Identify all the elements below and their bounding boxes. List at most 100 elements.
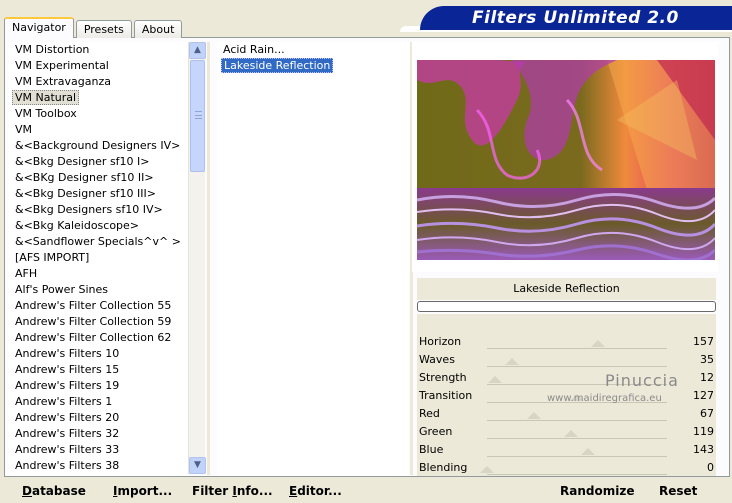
category-item[interactable]: Andrew's Filters 32 [9,426,189,442]
filter-item[interactable]: Acid Rain... [219,42,409,58]
category-item[interactable]: Andrew's Filter Collection 62 [9,330,189,346]
category-item[interactable]: VM Toolbox [9,106,189,122]
category-label: Andrew's Filters 15 [15,363,120,376]
scroll-down-icon[interactable]: ▼ [189,457,206,474]
category-label: Alf's Power Sines [15,283,108,296]
param-row-horizon[interactable]: Horizon 157 [417,333,716,351]
category-label: Andrew's Filters 20 [15,411,120,424]
scroll-thumb[interactable] [190,60,205,172]
reset-button[interactable]: Reset [659,484,697,498]
param-slider-knob[interactable] [504,358,519,365]
category-label: &<Sandflower Specials^v^ > [15,235,181,248]
tab-about[interactable]: About [133,20,183,38]
param-value: 157 [693,335,714,348]
category-label: &<Bkg Designers sf10 IV> [15,203,163,216]
category-item[interactable]: Andrew's Filters 38 [9,458,189,474]
category-item[interactable]: Andrew's Filter Collection 59 [9,314,189,330]
param-value: 143 [693,443,714,456]
param-slider-track[interactable] [487,348,667,349]
category-item[interactable]: &<Bkg Kaleidoscope> [9,218,189,234]
param-slider-track[interactable] [487,420,667,421]
filter-list[interactable]: Acid Rain... Lakeside Reflection [217,42,409,476]
preview-filter-name: Lakeside Reflection [417,278,716,300]
category-item[interactable]: &<Bkg Designer sf10 III> [9,186,189,202]
param-slider-knob[interactable] [480,466,494,473]
category-item[interactable]: VM Experimental [9,58,189,74]
param-slider-knob[interactable] [488,376,503,383]
category-item[interactable]: Andrew's Filters 10 [9,346,189,362]
scroll-up-icon[interactable]: ▲ [189,42,206,59]
category-label: Andrew's Filters 32 [15,427,120,440]
category-item[interactable]: &<Background Designers IV> [9,138,189,154]
category-label: Andrew's Filter Collection 59 [15,315,172,328]
category-item[interactable]: Andrew's Filters 1 [9,394,189,410]
param-row-red[interactable]: Red 67 [417,405,716,423]
param-slider-knob[interactable] [590,340,605,347]
category-label: Andrew's Filters 19 [15,379,120,392]
param-label: Waves [419,353,455,366]
category-item[interactable]: [AFS IMPORT] [9,250,189,266]
category-item[interactable]: VM Extravaganza [9,74,189,90]
category-item[interactable]: Andrew's Filters 15 [9,362,189,378]
param-row-waves[interactable]: Waves 35 [417,351,716,369]
tab-navigator[interactable]: Navigator [4,17,74,38]
category-item[interactable]: &<Bkg Designers sf10 IV> [9,202,189,218]
param-row-green[interactable]: Green 119 [417,423,716,441]
param-label: Horizon [419,335,462,348]
param-label: Transition [419,389,473,402]
param-label: Green [419,425,453,438]
category-label: VM Toolbox [15,107,77,120]
category-label: VM [15,123,33,136]
category-item[interactable]: &<Bkg Designer sf10 I> [9,154,189,170]
watermark-site: www.maidiregrafica.eu [547,393,662,404]
category-item[interactable]: &<BKg Designer sf10 II> [9,170,189,186]
category-label: Andrew's Filters 10 [15,347,120,360]
category-label: VM Extravaganza [15,75,112,88]
category-label: Andrew's Filters 1 [15,395,113,408]
category-item[interactable]: Andrew's Filters 20 [9,410,189,426]
filter-label: Acid Rain... [223,43,285,56]
param-value: 119 [693,425,714,438]
category-item[interactable]: VM Natural [9,90,189,106]
category-item[interactable]: AFH [9,266,189,282]
category-label: Andrew's Filter Collection 62 [15,331,172,344]
category-label: Andrew's Filters 38 [15,459,120,472]
param-slider-track[interactable] [487,438,667,439]
category-item[interactable]: VM [9,122,189,138]
randomize-button[interactable]: Randomize [560,484,634,498]
param-slider-track[interactable] [487,474,667,475]
category-label: &<Background Designers IV> [15,139,181,152]
param-slider-track[interactable] [487,366,667,367]
param-slider-knob[interactable] [564,430,579,437]
param-value: 12 [700,371,714,384]
filter-info-button[interactable]: Filter Info... [192,484,273,498]
category-item[interactable]: Andrew's Filters 19 [9,378,189,394]
app-title-banner: Filters Unlimited 2.0 [420,6,732,30]
param-slider-knob[interactable] [527,412,542,419]
param-label: Red [419,407,440,420]
category-item[interactable]: &<Sandflower Specials^v^ > [9,234,189,250]
param-slider-knob[interactable] [580,448,595,455]
category-list[interactable]: VM Distortion VM Experimental VM Extravaga… [9,42,189,476]
preview-image [417,60,715,260]
category-label: VM Distortion [15,43,90,56]
watermark-name: Pinuccia [605,371,679,390]
category-item[interactable]: Andrew's Filter Collection 55 [9,298,189,314]
category-label: [AFS IMPORT] [15,251,90,264]
param-value: 35 [700,353,714,366]
tab-bar: Navigator Presets About [4,17,184,38]
category-scrollbar[interactable]: ▲ ▼ [188,42,206,474]
param-value: 0 [707,461,714,474]
param-slider-track[interactable] [487,456,667,457]
tab-presets[interactable]: Presets [75,20,132,38]
param-row-blue[interactable]: Blue 143 [417,441,716,459]
category-item[interactable]: Andrew's Filters 33 [9,442,189,458]
category-item[interactable]: Alf's Power Sines [9,282,189,298]
category-item[interactable]: VM Distortion [9,42,189,58]
editor-button[interactable]: Editor... [289,484,342,498]
category-label: VM Natural [12,90,80,105]
filter-item[interactable]: Lakeside Reflection [219,58,409,74]
database-button[interactable]: Database [22,484,86,498]
import-button[interactable]: Import... [113,484,172,498]
param-row-blending[interactable]: Blending 0 [417,459,716,477]
